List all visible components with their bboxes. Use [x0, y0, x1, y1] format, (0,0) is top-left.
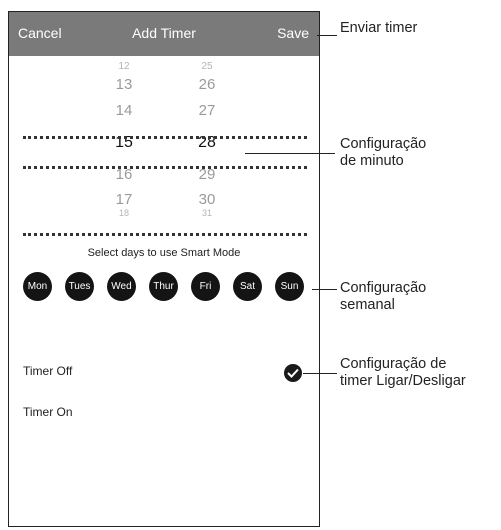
- hour-option[interactable]: 18: [94, 208, 154, 218]
- minute-option[interactable]: 31: [177, 208, 237, 218]
- annotation-week: Configuração semanal: [340, 280, 426, 314]
- save-button[interactable]: Save: [277, 25, 309, 41]
- checkmark-icon[interactable]: [284, 364, 302, 382]
- selection-divider-bottom: [23, 233, 307, 236]
- annotation-line-week: [312, 289, 337, 290]
- day-tues-button[interactable]: Tues: [65, 272, 94, 301]
- annotation-onoff-line1: Configuração de: [340, 356, 447, 372]
- hour-option[interactable]: 14: [94, 102, 154, 119]
- page-title: Add Timer: [132, 25, 196, 41]
- days-caption: Select days to use Smart Mode: [87, 247, 241, 259]
- annotation-onoff-line2: timer Ligar/Desligar: [340, 373, 466, 389]
- selection-divider-top: [23, 136, 307, 139]
- top-bar: Cancel Add Timer Save: [9, 12, 319, 56]
- time-picker[interactable]: 12 13 14 15 16 17 18 25 26 27 28 29 30 3…: [9, 56, 319, 236]
- minute-option[interactable]: 27: [177, 102, 237, 119]
- annotation-onoff: Configuração de timer Ligar/Desligar: [340, 356, 466, 390]
- hour-option[interactable]: 13: [94, 76, 154, 93]
- hour-option[interactable]: 17: [94, 191, 154, 208]
- timer-off-option[interactable]: Timer Off: [23, 364, 72, 378]
- annotation-week-line1: Configuração: [340, 280, 427, 296]
- timer-on-option[interactable]: Timer On: [23, 405, 73, 419]
- day-wed-button[interactable]: Wed: [107, 272, 136, 301]
- selection-divider-middle: [23, 166, 307, 169]
- day-fri-button[interactable]: Fri: [191, 272, 220, 301]
- annotation-minute: Configuração de minuto: [340, 136, 426, 170]
- day-thur-button[interactable]: Thur: [149, 272, 178, 301]
- minute-option[interactable]: 25: [177, 61, 237, 72]
- day-sat-button[interactable]: Sat: [233, 272, 262, 301]
- day-mon-button[interactable]: Mon: [23, 272, 52, 301]
- hour-option[interactable]: 12: [94, 61, 154, 72]
- annotation-week-line2: semanal: [340, 297, 395, 313]
- minute-option[interactable]: 30: [177, 191, 237, 208]
- phone-screen: Cancel Add Timer Save 12 13 14 15 16 17 …: [8, 11, 320, 527]
- day-selector: Mon Tues Wed Thur Fri Sat Sun: [23, 272, 313, 302]
- annotation-line-minute: [245, 153, 335, 154]
- annotation-line-save: [317, 35, 337, 36]
- annotation-minute-line1: Configuração: [340, 136, 427, 152]
- annotation-line-onoff: [303, 373, 337, 374]
- annotation-minute-line2: de minuto: [340, 153, 404, 169]
- annotation-save: Enviar timer: [340, 20, 418, 36]
- minute-option[interactable]: 26: [177, 76, 237, 93]
- day-sun-button[interactable]: Sun: [275, 272, 304, 301]
